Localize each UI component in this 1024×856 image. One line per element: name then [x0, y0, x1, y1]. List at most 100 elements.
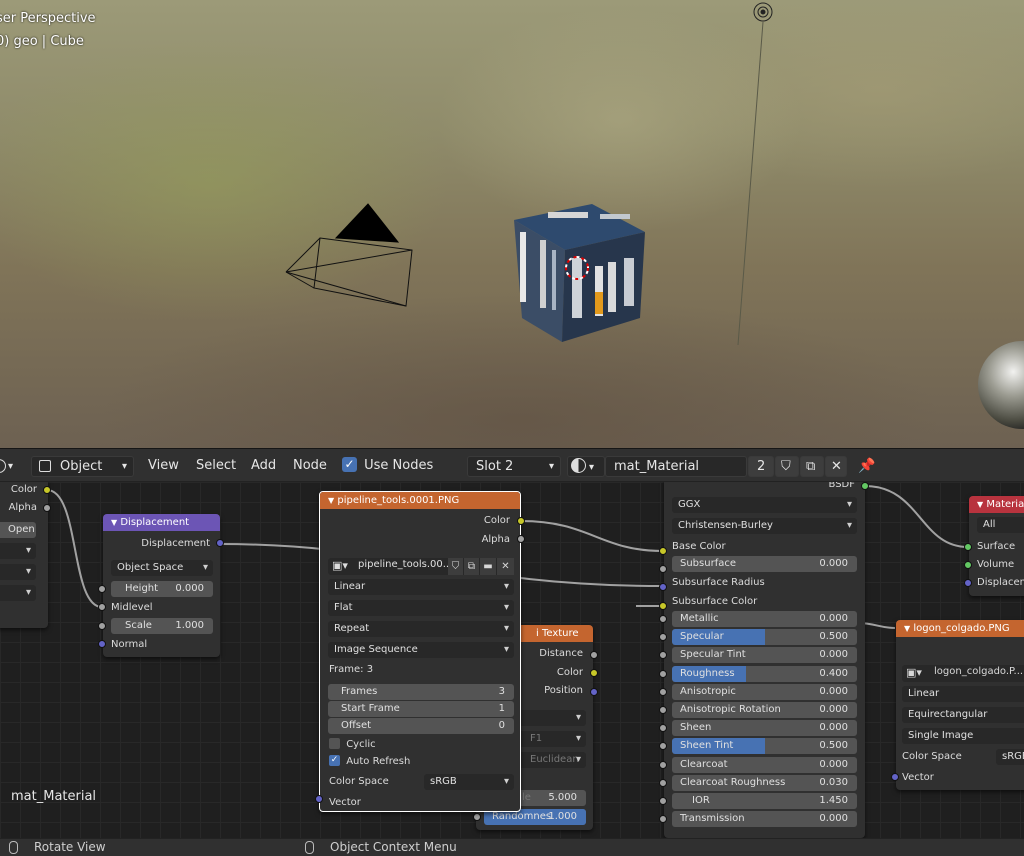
- image-close-icon[interactable]: ✕: [497, 558, 514, 575]
- subsurface-method-dropdown[interactable]: Christensen-Burley ▾: [672, 518, 857, 534]
- bsdf-param-anisotropic-rotation[interactable]: Anisotropic Rotation 0.000: [672, 702, 857, 718]
- socket-volume-in[interactable]: [964, 561, 972, 569]
- socket-displacement-out[interactable]: [216, 539, 224, 547]
- socket-bsdf-out[interactable]: [861, 482, 869, 490]
- logon-image-browse-icon[interactable]: ▣▾: [906, 666, 922, 679]
- socket-bsdf-param-in[interactable]: [659, 724, 667, 732]
- bsdf-param-roughness[interactable]: Roughness 0.400: [672, 666, 857, 682]
- socket-bsdf-param-in[interactable]: [659, 633, 667, 641]
- image-shield-icon[interactable]: ⛉: [448, 558, 463, 575]
- image-browse-icon[interactable]: ▣▾: [332, 559, 348, 572]
- bsdf-param-sheen[interactable]: Sheen 0.000: [672, 720, 857, 736]
- left-dropdown-3[interactable]: ▾: [0, 585, 36, 601]
- bsdf-param-anisotropic[interactable]: Anisotropic 0.000: [672, 684, 857, 700]
- socket-bsdf-param-in[interactable]: [659, 688, 667, 696]
- displacement-node[interactable]: ▼ Displacement Displacement Object Space…: [103, 514, 220, 657]
- left-partial-node[interactable]: Color Alpha Open ▾ ▾ ▾: [0, 482, 48, 628]
- socket-image-color-out[interactable]: [517, 517, 525, 525]
- bsdf-param-ior[interactable]: IOR 1.450: [672, 793, 857, 809]
- slot-dropdown[interactable]: Slot 2 ▾: [467, 456, 561, 477]
- material-user-count[interactable]: 2: [748, 456, 774, 477]
- socket-surface-in[interactable]: [964, 543, 972, 551]
- interpolation-dropdown[interactable]: Linear ▾: [328, 579, 514, 595]
- image-folder-icon[interactable]: ▬: [480, 558, 496, 575]
- logon-color-space-dropdown[interactable]: sRGB: [996, 749, 1024, 765]
- logon-projection-dropdown[interactable]: Equirectangular: [902, 707, 1024, 723]
- distribution-dropdown[interactable]: GGX ▾: [672, 497, 857, 513]
- cyclic-checkbox[interactable]: Cyclic: [329, 738, 376, 750]
- image-texture-node[interactable]: ▼ pipeline_tools.0001.PNG Color Alpha ▣▾…: [319, 491, 521, 812]
- auto-refresh-checkbox[interactable]: ✓ Auto Refresh: [329, 755, 410, 767]
- socket-bsdf-param-in[interactable]: [659, 651, 667, 659]
- socket-bsdf-param-in[interactable]: [659, 615, 667, 623]
- object-mode-dropdown[interactable]: Object ▾: [31, 456, 134, 477]
- duplicate-material-icon[interactable]: ⧉: [800, 456, 824, 477]
- projection-dropdown[interactable]: Flat ▾: [328, 600, 514, 616]
- logon-node-header[interactable]: ▼ logon_colgado.PNG: [896, 620, 1024, 637]
- use-nodes-checkbox[interactable]: ✓ Use Nodes: [342, 449, 433, 483]
- menu-add[interactable]: Add: [251, 449, 276, 483]
- image-node-header[interactable]: ▼ pipeline_tools.0001.PNG: [320, 492, 520, 509]
- material-output-header[interactable]: ▼ Material: [969, 496, 1024, 513]
- material-browse-button[interactable]: ▾: [567, 456, 605, 477]
- socket-scale-in[interactable]: [98, 622, 106, 630]
- socket-midlevel-in[interactable]: [98, 603, 106, 611]
- open-image-button[interactable]: Open: [0, 522, 36, 538]
- material-name-field[interactable]: mat_Material: [605, 456, 747, 477]
- socket-bsdf-param-in[interactable]: [659, 742, 667, 750]
- socket-logon-vector-in[interactable]: [891, 773, 899, 781]
- menu-node[interactable]: Node: [293, 449, 327, 483]
- start-frame-field[interactable]: Start Frame 1: [328, 701, 514, 717]
- socket-color-out[interactable]: [43, 486, 51, 494]
- bsdf-param-specular[interactable]: Specular 0.500: [672, 629, 857, 645]
- image-datablock-row[interactable]: ▣▾ pipeline_tools.00... ⛉ ⧉ ▬ ✕: [328, 558, 514, 575]
- menu-view[interactable]: View: [148, 449, 179, 483]
- logon-datablock-row[interactable]: ▣▾ logon_colgado.P...: [902, 665, 1024, 682]
- socket-alpha-out[interactable]: [43, 504, 51, 512]
- socket-position-out[interactable]: [590, 688, 598, 696]
- image-duplicate-icon[interactable]: ⧉: [464, 558, 479, 575]
- editor-type-icon[interactable]: ▾: [0, 449, 22, 483]
- subsurface-field[interactable]: Subsurface 0.000: [672, 556, 857, 572]
- 3d-viewport[interactable]: ser Perspective 0) geo | Cube: [0, 0, 1024, 448]
- pin-icon[interactable]: 📌: [858, 449, 875, 483]
- frames-field[interactable]: Frames 3: [328, 684, 514, 700]
- bsdf-param-metallic[interactable]: Metallic 0.000: [672, 611, 857, 627]
- bsdf-param-clearcoat-roughness[interactable]: Clearcoat Roughness 0.030: [672, 775, 857, 791]
- socket-bsdf-param-in[interactable]: [659, 706, 667, 714]
- space-dropdown[interactable]: Object Space ▾: [111, 560, 213, 576]
- socket-bsdf-param-in[interactable]: [659, 797, 667, 805]
- socket-normal-in[interactable]: [98, 640, 106, 648]
- socket-subsurface-in[interactable]: [659, 565, 667, 573]
- socket-subsurface-color-in[interactable]: [659, 602, 667, 610]
- bsdf-param-clearcoat[interactable]: Clearcoat 0.000: [672, 757, 857, 773]
- bsdf-param-sheen-tint[interactable]: Sheen Tint 0.500: [672, 738, 857, 754]
- socket-base-color-in[interactable]: [659, 547, 667, 555]
- socket-randomness-in[interactable]: [473, 813, 481, 821]
- socket-subsurface-radius-in[interactable]: [659, 583, 667, 591]
- socket-voronoi-color-out[interactable]: [590, 669, 598, 677]
- displacement-node-header[interactable]: ▼ Displacement: [103, 514, 220, 531]
- extension-dropdown[interactable]: Repeat ▾: [328, 621, 514, 637]
- socket-height-in[interactable]: [98, 585, 106, 593]
- logon-image-name[interactable]: logon_colgado.P...: [934, 666, 1024, 677]
- logon-image-node[interactable]: ▼ logon_colgado.PNG ▣▾ logon_colgado.P..…: [896, 620, 1024, 790]
- output-target-dropdown[interactable]: All: [977, 517, 1024, 533]
- bsdf-param-specular-tint[interactable]: Specular Tint 0.000: [672, 647, 857, 663]
- scale-field[interactable]: Scale 1.000: [111, 618, 213, 634]
- socket-image-vector-in[interactable]: [315, 795, 323, 803]
- socket-distance-out[interactable]: [590, 651, 598, 659]
- socket-output-displacement-in[interactable]: [964, 579, 972, 587]
- material-output-node[interactable]: ▼ Material All Surface Volume Displacem: [969, 496, 1024, 596]
- socket-bsdf-param-in[interactable]: [659, 761, 667, 769]
- fake-user-shield-icon[interactable]: ⛉: [775, 456, 799, 477]
- source-dropdown[interactable]: Image Sequence ▾: [328, 642, 514, 658]
- logon-source-dropdown[interactable]: Single Image: [902, 728, 1024, 744]
- bsdf-param-transmission[interactable]: Transmission 0.000: [672, 811, 857, 827]
- image-name-field[interactable]: pipeline_tools.00...: [358, 559, 448, 570]
- color-space-dropdown[interactable]: sRGB ▾: [424, 774, 514, 790]
- logon-interpolation-dropdown[interactable]: Linear: [902, 686, 1024, 702]
- socket-bsdf-param-in[interactable]: [659, 779, 667, 787]
- left-dropdown-2[interactable]: ▾: [0, 564, 36, 580]
- socket-image-alpha-out[interactable]: [517, 535, 525, 543]
